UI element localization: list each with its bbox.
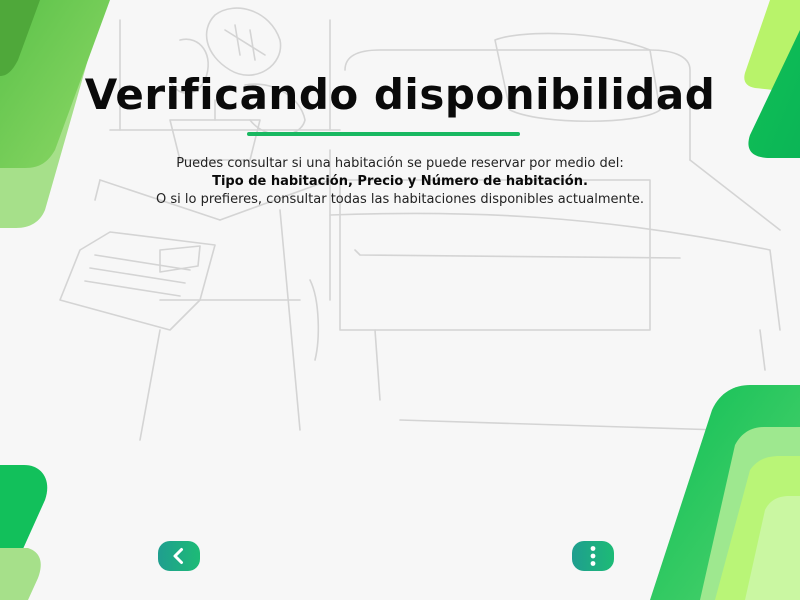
description-line-2-bold: Tipo de habitación, Precio y Número de h… bbox=[212, 174, 588, 189]
back-button[interactable] bbox=[158, 541, 200, 571]
title-underline bbox=[247, 132, 520, 136]
chevron-left-icon bbox=[173, 548, 183, 564]
description-line-1: Puedes consultar si una habitación se pu… bbox=[176, 156, 624, 171]
more-options-button[interactable] bbox=[572, 541, 614, 571]
more-vertical-icon bbox=[590, 546, 596, 566]
description-line-3: O si lo prefieres, consultar todas las h… bbox=[156, 192, 644, 207]
page-title: Verificando disponibilidad bbox=[84, 70, 716, 119]
description: Puedes consultar si una habitación se pu… bbox=[0, 155, 800, 209]
